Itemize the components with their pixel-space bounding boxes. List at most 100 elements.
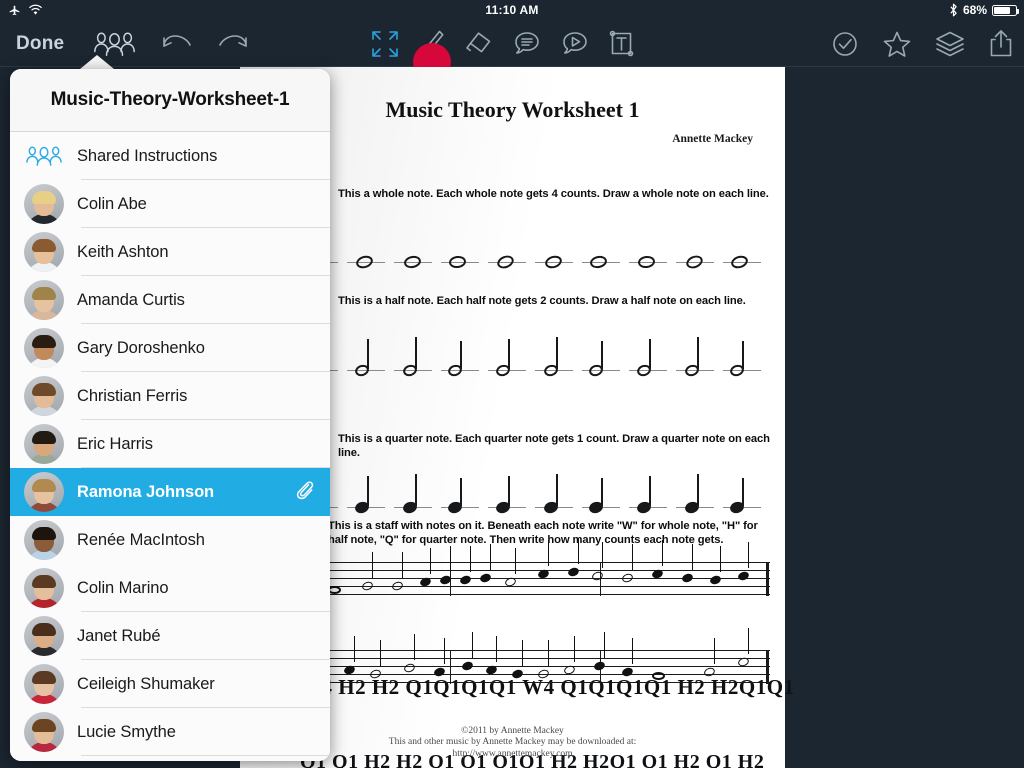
note-head: [460, 660, 475, 672]
student-name-label: Janet Rubé: [77, 626, 161, 645]
avatar-hair: [32, 718, 56, 732]
note-stem: [415, 337, 418, 369]
student-row[interactable]: Eric Harris: [10, 420, 330, 468]
fullscreen-icon[interactable]: [370, 20, 400, 67]
avatar-hair: [32, 430, 56, 444]
note-stem: [490, 544, 492, 570]
student-name-label: Ramona Johnson: [77, 482, 215, 501]
popover-arrow: [80, 55, 114, 69]
note-head: [458, 574, 473, 586]
student-list[interactable]: Shared Instructions Colin Abe Keith Ashton…: [10, 132, 330, 761]
check-circle-icon[interactable]: [830, 20, 860, 67]
student-row[interactable]: Janet Rubé: [10, 612, 330, 660]
note-stem: [649, 339, 652, 369]
instruction-half-note: This is a half note. Each half note gets…: [338, 295, 746, 307]
done-button[interactable]: Done: [0, 20, 78, 67]
media-play-icon[interactable]: [560, 20, 590, 67]
note-head: [590, 570, 605, 582]
popover-header: Music-Theory-Worksheet-1: [10, 69, 330, 132]
undo-icon[interactable]: [151, 20, 205, 67]
text-box-icon[interactable]: [608, 20, 636, 67]
note-stem: [372, 552, 374, 578]
student-row[interactable]: Keith Ashton: [10, 228, 330, 276]
note-head: [368, 668, 383, 680]
note-stem: [556, 337, 559, 369]
toolbar-left-group: Done: [0, 20, 259, 67]
avatar: [24, 616, 64, 656]
student-name-label: Colin Marino: [77, 578, 169, 597]
people-group-icon: [24, 143, 64, 169]
student-name-label: Keith Ashton: [77, 242, 169, 261]
exercise-row-whole-notes[interactable]: [300, 207, 770, 271]
share-icon[interactable]: [988, 20, 1014, 67]
note-stem: [602, 542, 604, 568]
avatar: [24, 328, 64, 368]
student-row[interactable]: Ramona Johnson: [10, 468, 330, 516]
note-stem: [460, 341, 463, 369]
app-root: 11:10 AM 68% Done Music Theory Worksheet…: [0, 0, 1024, 768]
music-staff-2[interactable]: [300, 628, 770, 684]
note-stem: [720, 546, 722, 572]
note-stem: [367, 339, 370, 369]
note-stem: [430, 548, 432, 574]
student-list-popover: Music-Theory-Worksheet-1 Shared Instruct…: [10, 69, 330, 761]
exercise-row-half-notes[interactable]: [300, 315, 770, 378]
note-stem: [450, 546, 452, 572]
note-stem: [649, 476, 652, 506]
battery-percent-label: 68%: [962, 3, 987, 17]
star-icon[interactable]: [882, 20, 912, 67]
student-row[interactable]: Gary Doroshenko: [10, 324, 330, 372]
barline: [766, 650, 769, 684]
note-head: [620, 572, 635, 584]
note-stem: [601, 341, 604, 369]
pencil-tool-button[interactable]: [413, 20, 451, 81]
note-stem: [692, 544, 694, 570]
handwritten-whole-note: [729, 253, 750, 271]
exercise-row-quarter-notes[interactable]: [300, 452, 770, 515]
note-head: [360, 580, 375, 592]
student-row[interactable]: Colin Marino: [10, 564, 330, 612]
staff-line: [300, 650, 770, 652]
battery-icon: [992, 4, 1019, 16]
comment-icon[interactable]: [512, 20, 542, 67]
note-stem: [354, 636, 356, 662]
student-row[interactable]: Colin Abe: [10, 180, 330, 228]
student-row[interactable]: Renée MacIntosh: [10, 516, 330, 564]
staff-line: [300, 578, 770, 580]
note-stem: [601, 478, 604, 506]
student-row[interactable]: Christian Ferris: [10, 372, 330, 420]
note-head: [432, 666, 447, 678]
note-stem: [415, 474, 418, 506]
avatar: [24, 520, 64, 560]
note-stem: [522, 640, 524, 666]
handwritten-whole-note: [495, 253, 516, 271]
note-head: [702, 666, 717, 678]
avatar-hair: [32, 670, 56, 684]
note-head: [708, 574, 723, 586]
avatar: [24, 424, 64, 464]
shared-instructions-row[interactable]: Shared Instructions: [10, 132, 330, 180]
status-bar-right: 68%: [949, 3, 1019, 17]
avatar: [24, 280, 64, 320]
note-head: [736, 570, 751, 582]
handwritten-whole-note: [543, 253, 564, 271]
redo-icon[interactable]: [205, 20, 259, 67]
note-head: [620, 666, 635, 678]
music-staff-1[interactable]: 44: [300, 538, 770, 596]
student-row[interactable]: Ceileigh Shumaker: [10, 660, 330, 708]
paperclip-icon[interactable]: [294, 479, 314, 506]
note-stem: [515, 548, 517, 574]
popover-title: Music-Theory-Worksheet-1: [50, 89, 290, 110]
student-row[interactable]: Lucie Smythe: [10, 708, 330, 756]
avatar-hair: [32, 190, 56, 204]
layers-icon[interactable]: [934, 20, 966, 67]
note-stem: [632, 544, 634, 570]
student-row[interactable]: Amanda Curtis: [10, 276, 330, 324]
handwritten-whole-note: [588, 254, 609, 270]
note-stem: [470, 546, 472, 572]
eraser-icon[interactable]: [464, 20, 494, 67]
note-stem: [444, 638, 446, 664]
status-bar-clock: 11:10 AM: [485, 3, 539, 17]
status-bar: 11:10 AM 68%: [0, 0, 1024, 20]
student-name-label: Renée MacIntosh: [77, 530, 205, 549]
